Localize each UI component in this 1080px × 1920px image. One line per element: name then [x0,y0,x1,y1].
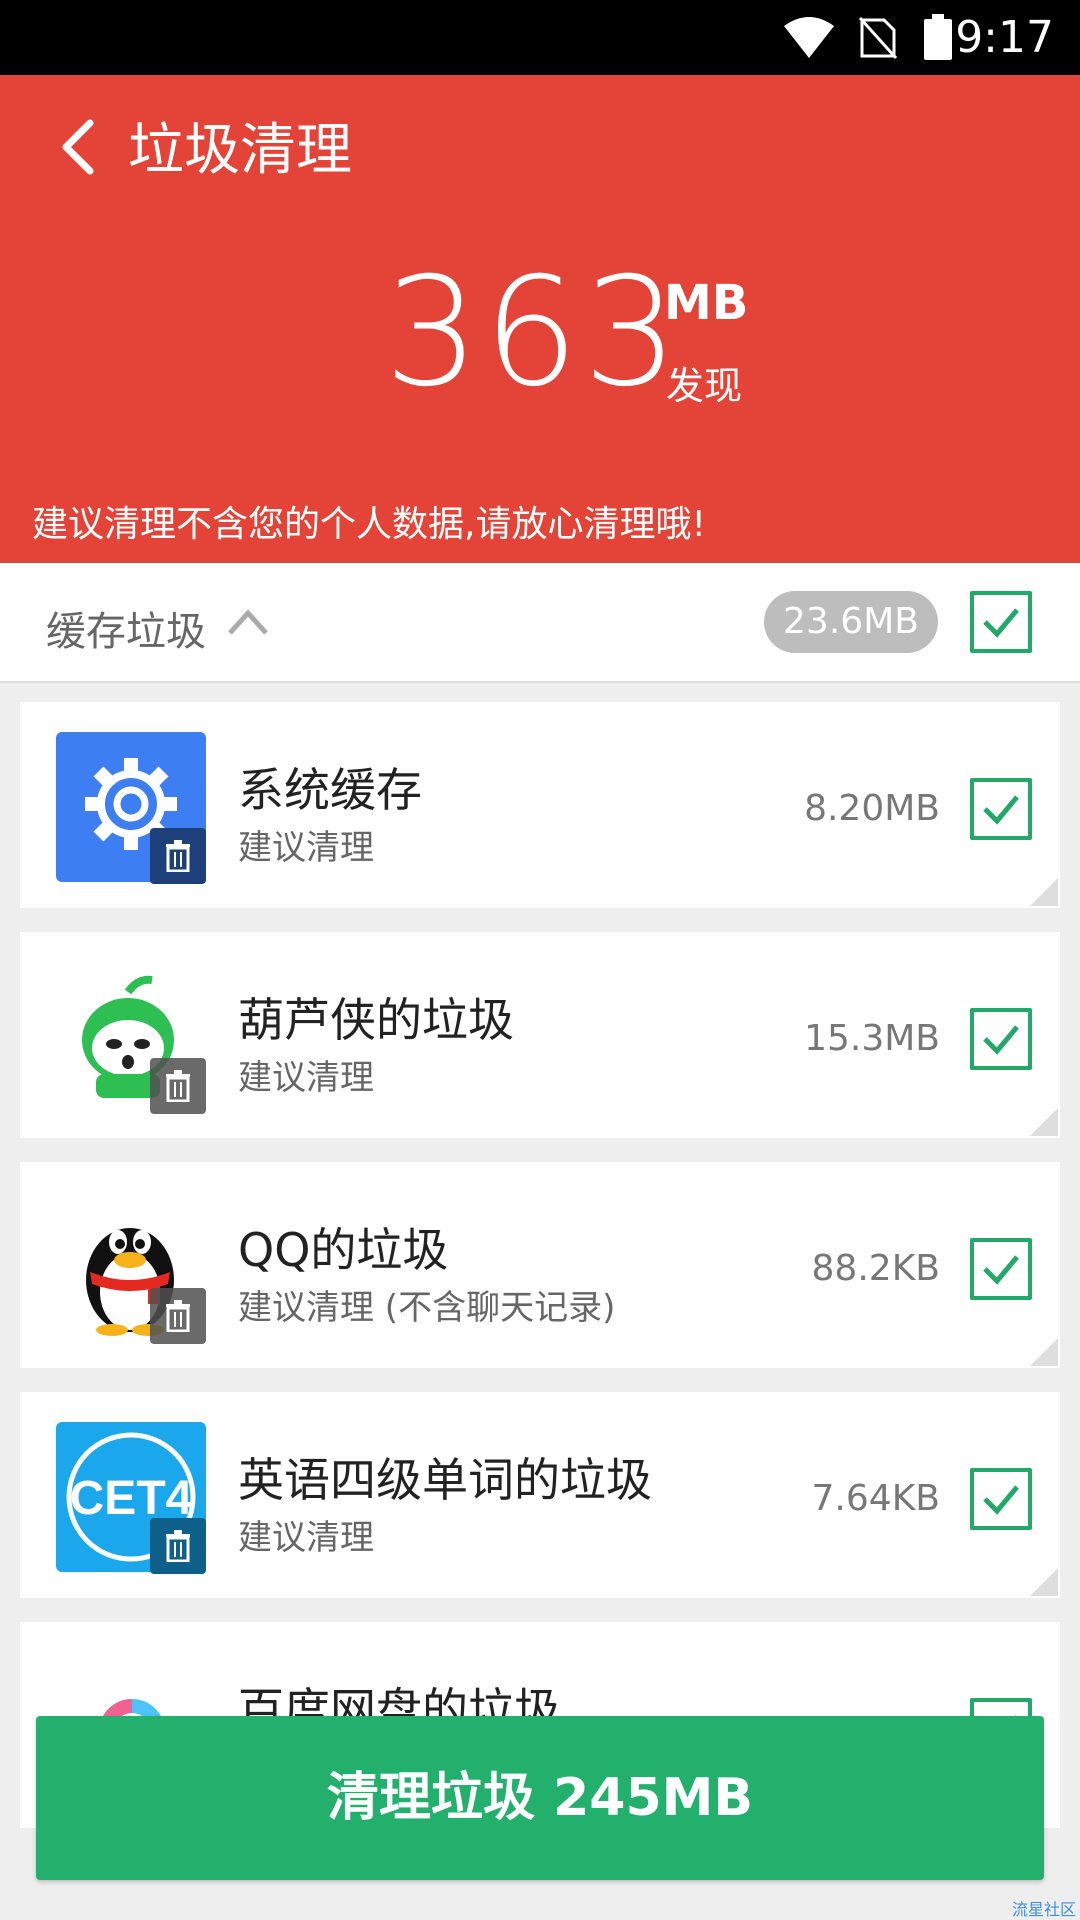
item-checkbox[interactable] [970,1468,1032,1530]
cache-section-header[interactable]: 缓存垃圾 23.6MB [0,563,1080,683]
item-name: 系统缓存 [238,763,422,817]
clean-button[interactable]: 清理垃圾 245MB [36,1716,1044,1880]
item-name: QQ的垃圾 [238,1223,449,1277]
corner-decoration [1030,1108,1058,1136]
no-sim-icon [858,16,898,60]
wifi-icon [784,17,834,58]
item-checkbox[interactable] [970,778,1032,840]
item-size: 7.64KB [811,1478,940,1519]
list-item[interactable]: 系统缓存 建议清理 8.20MB [20,702,1060,908]
header-note: 建议清理不含您的个人数据,请放心清理哦! [32,504,706,545]
section-checkbox[interactable] [970,591,1032,653]
chevron-up-icon[interactable] [226,607,270,637]
check-icon [983,608,1019,638]
check-icon [983,1025,1019,1055]
corner-decoration [1030,1568,1058,1596]
back-button[interactable] [48,115,112,179]
item-subtitle: 建议清理 [238,1058,374,1098]
battery-icon [924,14,952,60]
found-label: 发现 [666,364,743,408]
found-unit: MB [664,275,749,331]
check-icon [983,1255,1019,1285]
corner-decoration [1030,1338,1058,1366]
check-icon [983,1485,1019,1515]
item-subtitle: 建议清理 [238,828,374,868]
page-title: 垃圾清理 [128,118,352,183]
item-checkbox[interactable] [970,1238,1032,1300]
item-size: 88.2KB [811,1248,940,1289]
section-size-badge: 23.6MB [764,591,938,653]
check-icon [983,795,1019,825]
item-name: 葫芦侠的垃圾 [238,993,514,1047]
item-size: 8.20MB [804,788,940,829]
list-item[interactable]: CET4 英语四级单词的垃圾 建议清理 7.64KB [20,1392,1060,1598]
watermark: 流星社区 [1011,1900,1076,1919]
list-item[interactable]: 葫芦侠的垃圾 建议清理 15.3MB [20,932,1060,1138]
list-item[interactable]: QQ的垃圾 建议清理 (不含聊天记录) 88.2KB [20,1162,1060,1368]
item-subtitle: 建议清理 (不含聊天记录) [238,1288,616,1328]
trash-icon [150,1288,206,1344]
found-size: 363 [384,246,683,420]
item-subtitle: 建议清理 [238,1518,374,1558]
trash-icon [150,1518,206,1574]
item-name: 英语四级单词的垃圾 [238,1453,652,1507]
corner-decoration [1030,878,1058,906]
trash-icon [150,1058,206,1114]
status-time: 9:17 [955,12,1054,63]
section-title: 缓存垃圾 [46,609,206,655]
status-bar: 9:17 [0,0,1080,75]
item-size: 15.3MB [804,1018,940,1059]
header: 垃圾清理 363 MB 发现 建议清理不含您的个人数据,请放心清理哦! [0,75,1080,563]
item-checkbox[interactable] [970,1008,1032,1070]
trash-icon [150,828,206,884]
